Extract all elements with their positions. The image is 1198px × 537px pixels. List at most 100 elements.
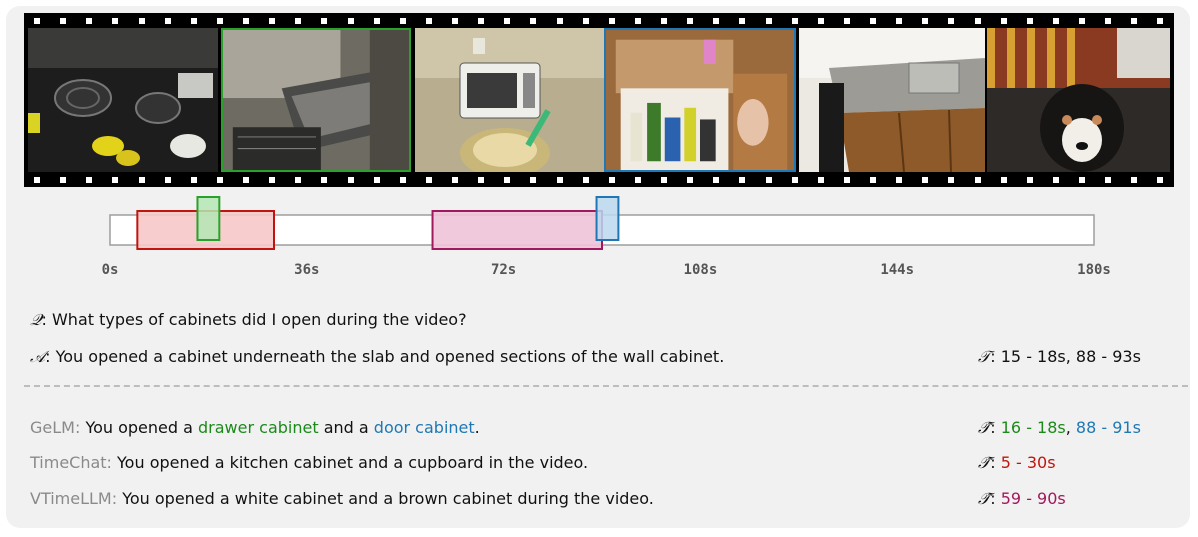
sprocket-hole (138, 17, 145, 24)
segment-gelm-1 (196, 196, 221, 241)
sprocket-hole (138, 176, 145, 183)
model-name-vtimellm: VTimeLLM: (30, 489, 118, 508)
time-hat-symbol: 𝒯̂ (978, 489, 991, 508)
segment-gelm-2 (595, 196, 620, 241)
sprocket-hole (243, 17, 250, 24)
sprocket-hole (86, 17, 93, 24)
video-frame-5 (799, 28, 985, 172)
sprocket-hole (713, 17, 720, 24)
sprocket-hole (896, 17, 903, 24)
sprocket-hole (634, 176, 641, 183)
sprocket-hole (922, 176, 929, 183)
sprocket-hole (1026, 176, 1033, 183)
prediction-text: You opened a kitchen cabinet and a cupbo… (111, 453, 589, 472)
sprocket-hole (164, 17, 171, 24)
sprocket-hole (1000, 176, 1007, 183)
sprocket-hole (817, 17, 824, 24)
sprocket-hole (739, 17, 746, 24)
video-frame-4 (604, 28, 796, 172)
sprocket-hole (661, 176, 668, 183)
sprocket-hole (399, 17, 406, 24)
sprocket-hole (269, 176, 276, 183)
sprocket-row-bottom (24, 172, 1174, 187)
sprocket-hole (843, 17, 850, 24)
prediction-time-gelm: 𝒯̂: 16 - 18s, 88 - 91s (978, 418, 1141, 438)
answer-time-value: : 15 - 18s, 88 - 93s (990, 347, 1141, 366)
sprocket-hole (216, 17, 223, 24)
sprocket-hole (86, 176, 93, 183)
prediction-timechat: TimeChat: You opened a kitchen cabinet a… (30, 453, 588, 472)
sprocket-hole (243, 176, 250, 183)
sprocket-hole (164, 176, 171, 183)
video-frame-2 (221, 28, 411, 172)
highlight-drawer-cabinet: drawer cabinet (198, 418, 319, 437)
tick-label: 180s (1077, 262, 1111, 278)
sprocket-hole (817, 176, 824, 183)
divider-dashed (24, 385, 1188, 387)
sprocket-hole (661, 17, 668, 24)
sprocket-hole (295, 176, 302, 183)
sprocket-hole (425, 176, 432, 183)
segment-vtimellm (431, 210, 603, 250)
sprocket-hole (1052, 176, 1059, 183)
video-frame-3 (415, 28, 605, 172)
highlight-door-cabinet: door cabinet (373, 418, 475, 437)
sprocket-hole (1157, 17, 1164, 24)
sprocket-hole (452, 176, 459, 183)
sprocket-hole (1000, 17, 1007, 24)
vtimellm-time: 59 - 90s (1000, 489, 1066, 508)
tick-label: 36s (294, 262, 320, 278)
sprocket-hole (1131, 176, 1138, 183)
sprocket-hole (504, 176, 511, 183)
tick-label: 144s (880, 262, 915, 278)
time-hat-symbol: 𝒯̂ (978, 418, 991, 437)
tick-label: 0s (101, 262, 119, 278)
sprocket-hole (608, 17, 615, 24)
sprocket-hole (1105, 176, 1112, 183)
sprocket-hole (425, 17, 432, 24)
sprocket-hole (60, 176, 67, 183)
sprocket-hole (478, 17, 485, 24)
sprocket-hole (608, 176, 615, 183)
tick-label: 72s (490, 262, 517, 278)
sprocket-hole (870, 176, 877, 183)
tick-label: 108s (683, 262, 718, 278)
prediction-text: . (474, 418, 480, 437)
sprocket-hole (556, 17, 563, 24)
sprocket-hole (582, 176, 589, 183)
question-line: 𝒬: What types of cabinets did I open dur… (30, 310, 467, 330)
sprocket-hole (112, 176, 119, 183)
sprocket-hole (765, 17, 772, 24)
sprocket-row-top (24, 13, 1174, 28)
prediction-vtimellm: VTimeLLM: You opened a white cabinet and… (30, 489, 654, 508)
prediction-gelm: GeLM: You opened a drawer cabinet and a … (30, 418, 480, 437)
sprocket-hole (321, 176, 328, 183)
time-separator: : (990, 418, 1001, 437)
answer-text: : You opened a cabinet underneath the sl… (45, 347, 725, 366)
sprocket-hole (347, 176, 354, 183)
question-text: : What types of cabinets did I open duri… (41, 310, 467, 329)
sprocket-hole (791, 17, 798, 24)
sprocket-hole (295, 17, 302, 24)
sprocket-hole (948, 17, 955, 24)
sprocket-hole (216, 176, 223, 183)
prediction-text: You opened a white cabinet and a brown c… (117, 489, 654, 508)
sprocket-hole (582, 17, 589, 24)
sprocket-hole (347, 17, 354, 24)
sprocket-hole (765, 176, 772, 183)
sprocket-hole (843, 176, 850, 183)
sprocket-hole (269, 17, 276, 24)
video-filmstrip (24, 13, 1174, 187)
gelm-time-1: 16 - 18s (1000, 418, 1066, 437)
sprocket-hole (373, 176, 380, 183)
sprocket-hole (1052, 17, 1059, 24)
time-comma: , (1065, 418, 1076, 437)
sprocket-hole (687, 17, 694, 24)
sprocket-hole (556, 176, 563, 183)
sprocket-hole (634, 17, 641, 24)
sprocket-hole (399, 176, 406, 183)
time-separator: : (990, 453, 1001, 472)
prediction-time-vtimellm: 𝒯̂: 59 - 90s (978, 489, 1066, 509)
prediction-time-timechat: 𝒯̂: 5 - 30s (978, 453, 1056, 473)
sprocket-hole (974, 176, 981, 183)
